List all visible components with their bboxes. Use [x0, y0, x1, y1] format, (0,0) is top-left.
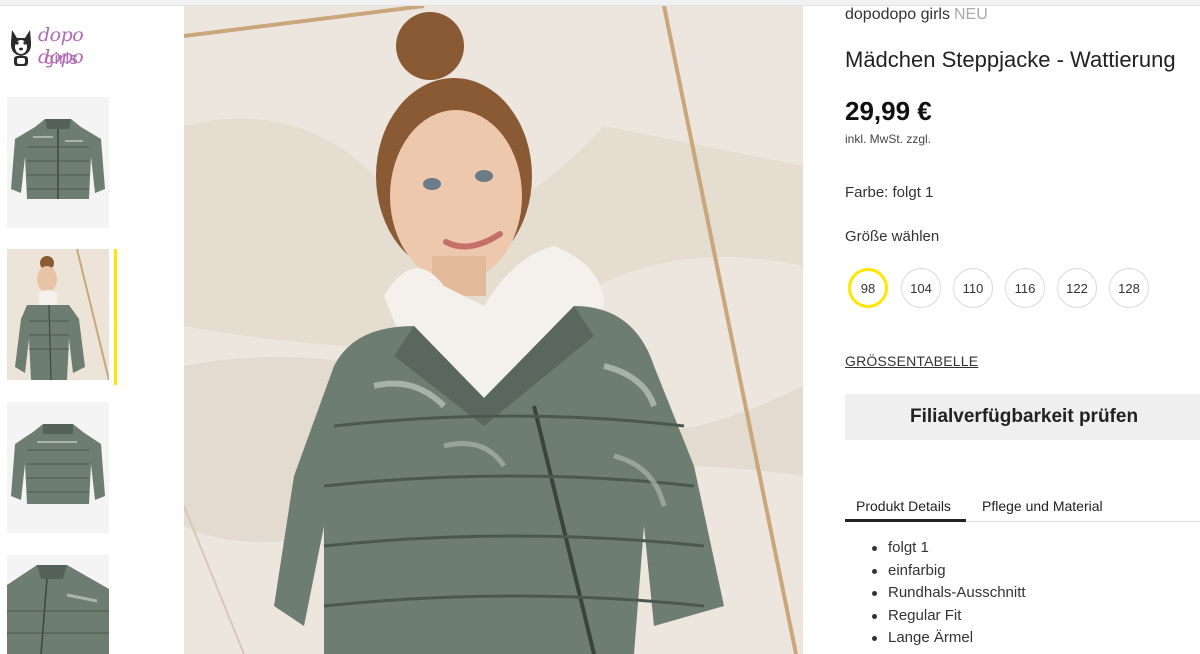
size-option-122[interactable]: 122: [1057, 268, 1097, 308]
logo-sub-text: girls: [44, 49, 78, 68]
new-badge: NEU: [953, 6, 988, 23]
list-item: einfarbig: [870, 560, 1170, 583]
size-option-110[interactable]: 110: [953, 268, 993, 308]
thumbnail-model[interactable]: [7, 249, 109, 380]
size-option-116[interactable]: 116: [1005, 268, 1045, 308]
jacket-front-image: [7, 97, 109, 228]
size-option-98[interactable]: 98: [848, 268, 888, 308]
product-title: Mädchen Steppjacke - Wattierung: [845, 47, 1176, 72]
list-item: Regular Fit: [870, 605, 1170, 628]
main-product-image[interactable]: [184, 6, 803, 654]
girl-in-jacket-image: [184, 6, 803, 654]
thumbnail-jacket-detail[interactable]: [7, 555, 109, 654]
list-item: folgt 1: [870, 537, 1170, 560]
product-details-list: folgt 1 einfarbig Rundhals-Ausschnitt Re…: [870, 537, 1170, 650]
size-option-104[interactable]: 104: [901, 268, 941, 308]
product-tabs: Produkt Details Pflege und Material: [845, 496, 1200, 522]
brand-name[interactable]: dopodopo girls: [845, 6, 950, 23]
tab-product-details[interactable]: Produkt Details: [845, 498, 966, 522]
active-thumbnail-indicator: [114, 249, 117, 385]
list-item: Lange Ärmel: [870, 627, 1170, 650]
thumbnail-jacket-front[interactable]: [7, 97, 109, 228]
size-option-128[interactable]: 128: [1109, 268, 1149, 308]
store-availability-button[interactable]: Filialverfügbarkeit prüfen: [845, 394, 1200, 440]
tax-note: inkl. MwSt. zzgl.: [845, 132, 932, 146]
thumbnail-jacket-back[interactable]: [7, 402, 109, 533]
tab-care-material[interactable]: Pflege und Material: [982, 498, 1103, 522]
color-label: Farbe: folgt 1: [845, 184, 934, 201]
size-selector: 98 104 110 116 122 128: [848, 268, 1168, 310]
product-price: 29,99 €: [845, 96, 932, 126]
product-brand[interactable]: dopodopo girls NEU: [845, 6, 988, 24]
jacket-detail-image: [7, 555, 109, 654]
jacket-back-image: [7, 402, 109, 533]
size-heading: Größe wählen: [845, 228, 940, 245]
model-thumbnail-image: [7, 249, 109, 380]
product-info-panel: dopodopo girls NEU Mädchen Steppjacke - W…: [845, 0, 1200, 654]
brand-logo[interactable]: dopo dopo girls: [6, 20, 126, 74]
dog-logo-icon: [10, 30, 32, 66]
list-item: Rundhals-Ausschnitt: [870, 582, 1170, 605]
size-chart-link[interactable]: GRÖSSENTABELLE: [845, 353, 978, 369]
